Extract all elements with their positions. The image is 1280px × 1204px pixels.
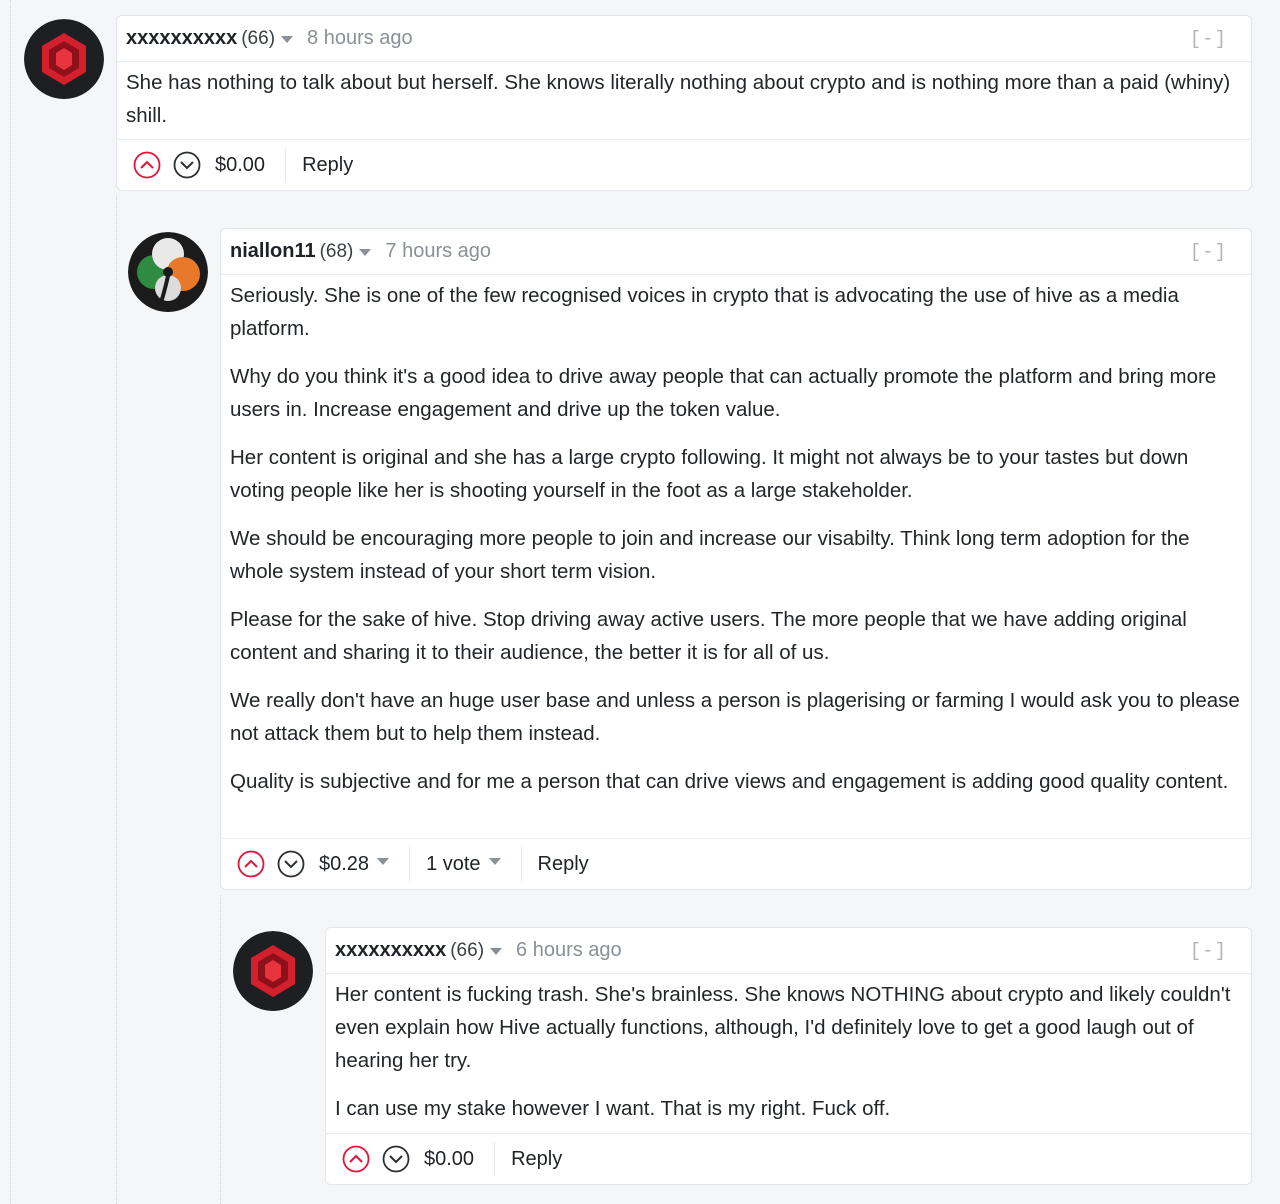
payout-amount: $0.00 <box>424 1147 475 1170</box>
reply-button[interactable]: Reply <box>302 154 353 177</box>
footer-divider <box>409 847 411 881</box>
comment-paragraph: Seriously. She is one of the few recogni… <box>230 284 1179 340</box>
comment-footer: $0.00 Reply <box>117 139 1251 190</box>
comment-paragraph: We really don't have an huge user base a… <box>230 689 1240 745</box>
comment-body: She has nothing to talk about but hersel… <box>117 62 1251 132</box>
footer-divider <box>285 148 287 182</box>
avatar[interactable] <box>128 232 208 312</box>
upvote-icon[interactable] <box>237 850 265 878</box>
votes-dropdown-caret-icon[interactable] <box>488 857 501 865</box>
comment-card: niallon11 (68) 7 hours ago [-] Seriously… <box>220 228 1252 890</box>
author-reputation: (66) <box>241 27 276 49</box>
collapse-toggle[interactable]: [-] <box>1190 241 1227 263</box>
collapse-toggle[interactable]: [-] <box>1190 28 1227 50</box>
author-menu-caret-icon[interactable] <box>281 36 294 43</box>
irish-shamrock-avatar-icon <box>128 232 208 312</box>
comment-header: xxxxxxxxxx (66) 6 hours ago [-] <box>326 928 1251 974</box>
author-reputation: (66) <box>450 939 485 961</box>
payout-amount: $0.00 <box>215 153 266 176</box>
timestamp[interactable]: 8 hours ago <box>307 27 413 50</box>
comment-footer: $0.00 Reply <box>326 1133 1251 1184</box>
payout-amount[interactable]: $0.28 <box>319 853 369 876</box>
comment-body: Her content is fucking trash. She's brai… <box>326 974 1251 1125</box>
footer-divider <box>520 847 522 881</box>
comment-paragraph: Her content is original and she has a la… <box>230 446 1189 502</box>
thread-line <box>116 195 117 1204</box>
comment-footer: $0.28 1 vote Reply <box>221 838 1251 889</box>
payout-dropdown-caret-icon[interactable] <box>377 857 390 865</box>
vote-count[interactable]: 1 vote <box>426 853 480 876</box>
red-hexagon-logo-icon <box>233 931 313 1011</box>
timestamp[interactable]: 7 hours ago <box>385 240 491 263</box>
comment-paragraph: Please for the sake of hive. Stop drivin… <box>230 608 1187 664</box>
reply-button[interactable]: Reply <box>511 1148 562 1171</box>
comment-paragraph: Her content is fucking trash. She's brai… <box>335 983 1231 1072</box>
comment-paragraph: Why do you think it's a good idea to dri… <box>230 365 1217 421</box>
comment-header: niallon11 (68) 7 hours ago [-] <box>221 229 1251 275</box>
red-hexagon-logo-icon <box>24 19 104 99</box>
thread-line <box>220 895 221 1204</box>
author-menu-caret-icon[interactable] <box>359 249 372 256</box>
comment-card: xxxxxxxxxx (66) 8 hours ago [-] She has … <box>116 15 1252 191</box>
author-name[interactable]: xxxxxxxxxx <box>335 939 446 962</box>
footer-divider <box>494 1142 496 1176</box>
timestamp[interactable]: 6 hours ago <box>516 939 622 962</box>
comment-paragraph: She has nothing to talk about but hersel… <box>126 71 1231 127</box>
avatar[interactable] <box>24 19 104 99</box>
thread-line <box>10 0 11 1204</box>
comment-card: xxxxxxxxxx (66) 6 hours ago [-] Her cont… <box>325 927 1252 1185</box>
collapse-toggle[interactable]: [-] <box>1190 940 1227 962</box>
comment-paragraph: I can use my stake however I want. That … <box>335 1097 891 1120</box>
comment-header: xxxxxxxxxx (66) 8 hours ago [-] <box>117 16 1251 62</box>
avatar[interactable] <box>233 931 313 1011</box>
downvote-icon[interactable] <box>382 1145 410 1173</box>
author-name[interactable]: xxxxxxxxxx <box>126 27 237 50</box>
comment-body: Seriously. She is one of the few recogni… <box>221 275 1251 798</box>
comment-paragraph: Quality is subjective and for me a perso… <box>230 770 1229 793</box>
downvote-icon[interactable] <box>173 151 201 179</box>
comment-paragraph: We should be encouraging more people to … <box>230 527 1190 583</box>
upvote-icon[interactable] <box>133 151 161 179</box>
upvote-icon[interactable] <box>342 1145 370 1173</box>
author-name[interactable]: niallon11 <box>230 240 316 263</box>
reply-button[interactable]: Reply <box>538 853 589 876</box>
author-reputation: (68) <box>319 240 354 262</box>
author-menu-caret-icon[interactable] <box>490 948 503 955</box>
downvote-icon[interactable] <box>277 850 305 878</box>
